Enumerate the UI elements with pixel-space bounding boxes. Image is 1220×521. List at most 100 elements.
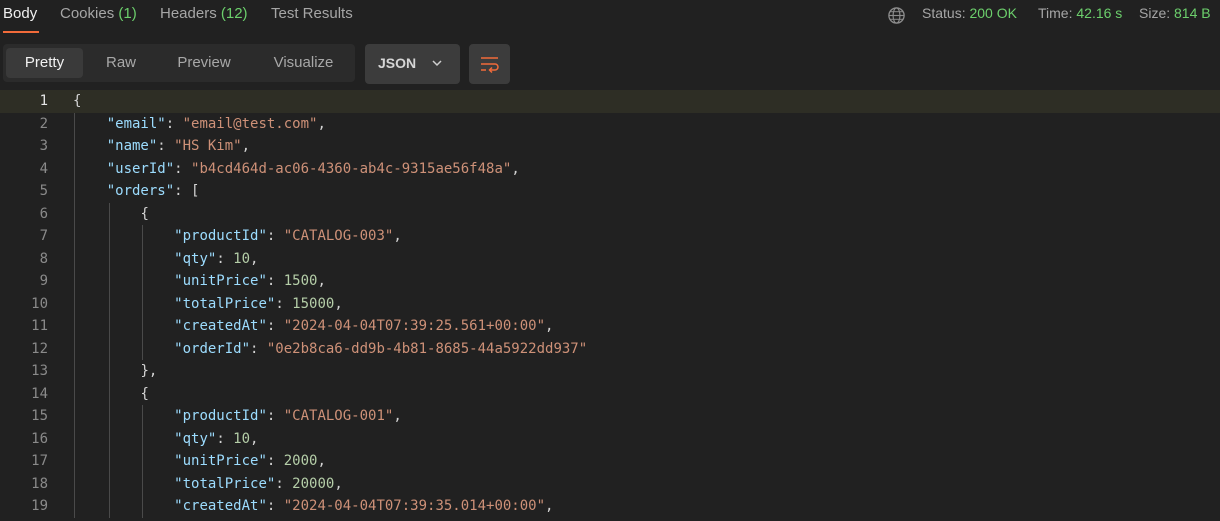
code-text: "createdAt": "2024-04-04T07:39:35.014+00… [73,498,553,514]
json-punctuation: , [317,115,326,132]
active-tab-indicator [3,31,39,33]
line-number: 4 [39,160,48,177]
tab-cookies-count: (1) [118,5,137,22]
response-body-editor[interactable]: 1{2 "email": "email@test.com", 3 "name": … [0,90,1220,521]
json-key: "orders" [106,183,175,199]
code-text: "email": "email@test.com", [73,116,326,132]
json-punctuation: , [511,160,520,177]
line-number: 3 [39,138,48,154]
json-value: "CATALOG-001" [283,408,394,424]
json-punctuation: { [140,385,149,402]
code-line: 1{ [0,90,1220,113]
json-punctuation: , [393,408,402,424]
line-number: 11 [31,318,48,334]
code-line: 7 "productId": "CATALOG-003", [0,225,1220,248]
code-text: "createdAt": "2024-04-04T07:39:25.561+00… [73,318,553,334]
line-number: 16 [31,430,48,447]
json-separator: : [266,273,284,289]
json-key: "unitPrice" [174,453,267,469]
json-separator: : [266,228,284,244]
chevron-down-icon [432,60,442,67]
json-value: "CATALOG-003" [283,228,394,244]
code-text: "qty": 10, [73,251,258,267]
line-number: 13 [31,363,48,379]
line-number: 5 [39,183,48,199]
json-key: "userId" [106,160,175,177]
indent-guide [73,112,75,518]
tab-headers-count: (12) [220,5,248,22]
json-key: "totalPrice" [174,295,276,312]
json-separator: : [266,408,284,424]
view-mode-pretty[interactable]: Pretty [6,48,83,78]
json-punctuation: , [545,318,554,334]
code-line: 9 "unitPrice": 1500, [0,270,1220,293]
json-value: 15000 [292,295,335,312]
code-line: 17 "unitPrice": 2000, [0,450,1220,473]
code-line: 13 }, [0,360,1220,383]
code-line: 15 "productId": "CATALOG-001", [0,405,1220,428]
status-value: 200 OK [969,5,1017,21]
size-indicator[interactable]: Size: 814 B [1139,5,1211,21]
json-punctuation: , [334,475,343,492]
tab-body[interactable]: Body [3,5,37,22]
tab-cookies[interactable]: Cookies (1) [60,5,137,22]
json-key: "createdAt" [174,318,267,334]
wrap-lines-button[interactable] [469,44,510,84]
tab-cookies-label: Cookies [60,5,115,22]
code-line: 11 "createdAt": "2024-04-04T07:39:25.561… [0,315,1220,338]
code-text: { [73,205,149,222]
json-punctuation: { [140,205,149,222]
json-value: 1500 [283,273,318,289]
code-line: 10 "totalPrice": 15000, [0,293,1220,316]
json-punctuation: , [317,453,326,469]
line-number: 6 [39,205,48,222]
status-indicator[interactable]: Status: 200 OK [922,5,1017,21]
json-separator: : [174,183,192,199]
json-punctuation: , [250,250,259,267]
code-text: "productId": "CATALOG-003", [73,228,402,244]
globe-icon[interactable] [887,6,906,25]
time-label: Time: [1038,5,1073,21]
view-mode-raw[interactable]: Raw [90,48,152,78]
time-indicator[interactable]: Time: 42.16 s [1038,5,1122,21]
code-text: "unitPrice": 2000, [73,453,326,469]
json-value: "HS Kim" [174,138,242,154]
code-line: 4 "userId": "b4cd464d-ac06-4360-ab4c-931… [0,158,1220,181]
json-value: "email@test.com" [182,115,318,132]
json-punctuation: [ [191,183,200,199]
indent-guide [142,405,144,518]
json-value: "2024-04-04T07:39:25.561+00:00" [283,318,546,334]
format-dropdown[interactable]: JSON [365,44,460,84]
time-value: 42.16 s [1076,5,1123,21]
code-line: 14 { [0,383,1220,406]
line-number: 7 [39,228,48,244]
line-number: 18 [31,475,48,492]
tab-test-results[interactable]: Test Results [271,5,353,22]
code-line: 18 "totalPrice": 20000, [0,473,1220,496]
view-mode-switcher: Pretty Raw Preview Visualize [3,44,355,82]
code-text: "unitPrice": 1500, [73,273,326,289]
tab-headers[interactable]: Headers (12) [160,5,248,22]
code-text: "productId": "CATALOG-001", [73,408,402,424]
view-mode-preview[interactable]: Preview [163,48,245,78]
line-number: 19 [31,498,48,514]
json-punctuation: , [250,430,259,447]
size-value: 814 B [1174,5,1211,21]
json-key: "productId" [174,408,267,424]
json-punctuation: , [334,295,343,312]
json-key: "name" [106,138,158,154]
json-separator: : [216,430,234,447]
code-text: { [73,93,81,109]
wrap-lines-icon [481,57,499,74]
line-number: 8 [39,250,48,267]
tab-headers-label: Headers [160,5,217,22]
code-text: "orders": [ [73,183,200,199]
view-mode-visualize[interactable]: Visualize [259,48,348,78]
